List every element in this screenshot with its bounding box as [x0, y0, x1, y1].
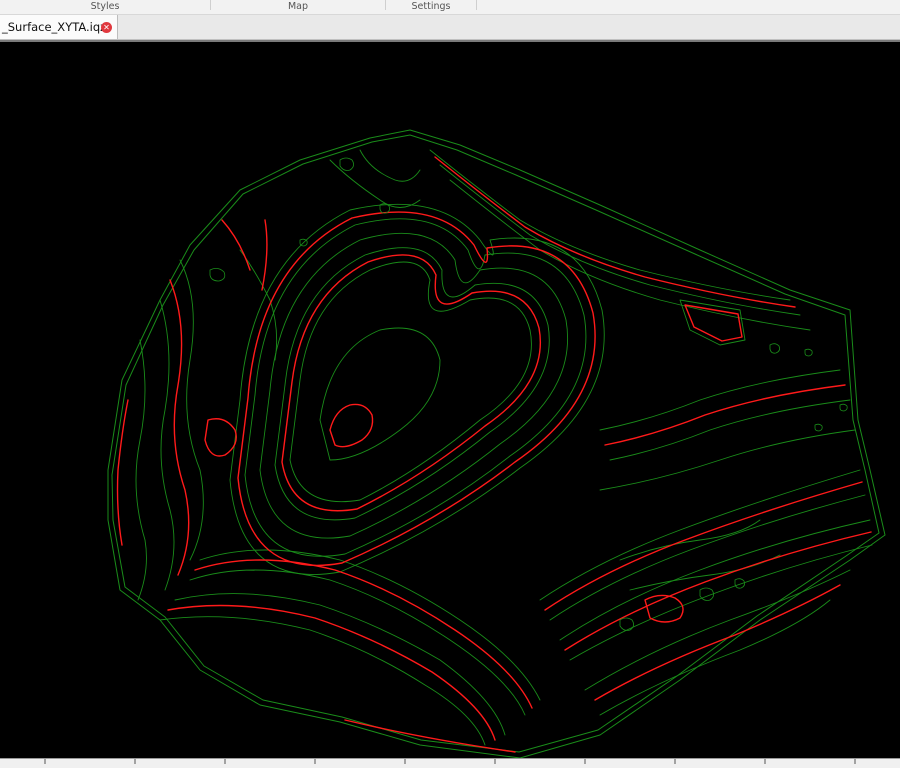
ribbon: Styles Map Settings: [0, 0, 900, 15]
ribbon-separator: [476, 0, 477, 10]
document-tab[interactable]: _Surface_XYTA.iqz ✕: [0, 15, 118, 39]
contour-boundary: [107, 129, 886, 759]
document-tab-title: _Surface_XYTA.iqz: [2, 20, 107, 34]
contour-minor-group: [135, 149, 873, 746]
ribbon-group-settings[interactable]: Settings: [386, 0, 476, 14]
document-tab-bar: _Surface_XYTA.iqz ✕: [0, 15, 900, 40]
ribbon-group-map[interactable]: Map: [211, 0, 385, 14]
contour-major-group: [116, 156, 872, 753]
map-canvas[interactable]: [0, 42, 900, 759]
contour-map: [107, 129, 886, 759]
close-icon[interactable]: ✕: [101, 22, 112, 33]
ribbon-group-styles[interactable]: Styles: [0, 0, 210, 14]
